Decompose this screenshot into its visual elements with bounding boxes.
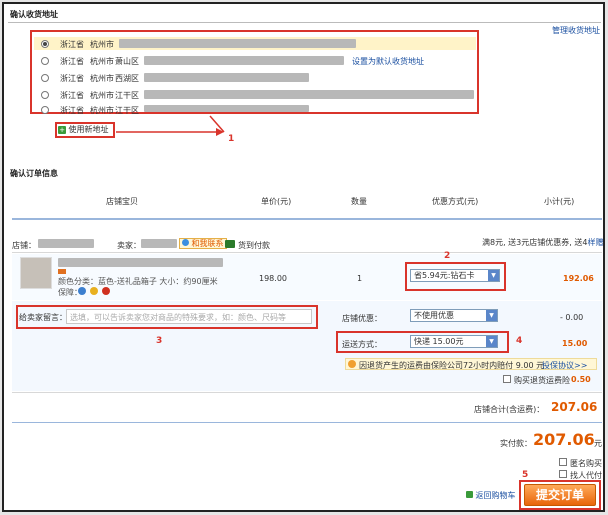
seller-name-redacted [141, 239, 177, 248]
address-province-3: 浙江省 [60, 74, 84, 83]
contact-seller-button[interactable]: 和我联系 [179, 238, 227, 249]
shipping-label: 运送方式： [342, 340, 382, 349]
actual-payment-unit: 元 [594, 439, 602, 448]
checkout-page: 确认收货地址 管理收货地址 浙江省 杭州市 浙江省 杭州市 萧山区 设置为默认收… [2, 2, 605, 512]
back-to-cart-link[interactable]: 返回购物车 [466, 490, 516, 501]
anonymous-purchase-checkbox[interactable] [559, 458, 567, 466]
address-city-2: 杭州市 [90, 57, 114, 66]
chat-icon [182, 239, 189, 246]
address-redacted-5 [144, 105, 309, 112]
chevron-down-icon: ▼ [486, 336, 497, 347]
anonymous-purchase-label: 匿名购买 [570, 459, 602, 468]
address-province-1: 浙江省 [60, 40, 84, 49]
annotation-number-1: 1 [228, 134, 235, 144]
divider [12, 252, 602, 253]
column-header-item: 店铺宝贝 [106, 197, 138, 206]
shop-total-label: 店铺合计(含运费)： [474, 405, 545, 414]
address-city-4: 杭州市 [90, 91, 114, 100]
shop-label: 店铺： [12, 241, 36, 250]
shop-total-value: 207.06 [551, 400, 598, 414]
proxy-pay-checkbox[interactable] [559, 470, 567, 478]
divider [12, 422, 602, 423]
product-variant: 颜色分类：蓝色-送礼品箱子 大小：约90厘米 [58, 277, 218, 286]
product-title-redacted[interactable] [58, 258, 223, 267]
insurance-text: 因退货产生的运费由保险公司72小时内赔付 9.00 元 [359, 361, 545, 370]
annotation-arrow-1 [116, 115, 225, 136]
guarantee-icon [102, 287, 110, 295]
address-province-5: 浙江省 [60, 106, 84, 115]
actual-payment-label: 实付款： [500, 439, 532, 448]
shop-discount-value: - 0.00 [560, 313, 584, 322]
divider [12, 392, 602, 393]
address-city-5: 杭州市 [90, 106, 114, 115]
column-header-subtotal: 小计(元) [544, 197, 575, 206]
shop-promo-text: 满8元, 送3元店铺优惠券, 送4样赠品 [482, 237, 603, 248]
annotation-number-5: 5 [522, 470, 529, 480]
address-district-3: 西湖区 [115, 74, 139, 83]
address-redacted-4 [144, 90, 474, 99]
message-label: 给卖家留言： [19, 313, 67, 322]
chevron-down-icon: ▼ [486, 310, 497, 321]
product-thumbnail[interactable] [20, 257, 52, 289]
shop-name-redacted [38, 239, 94, 248]
item-quantity: 1 [357, 274, 363, 283]
add-address-button[interactable]: + 使用新地址 [58, 124, 112, 135]
insurance-agreement-link[interactable]: 投保协议>> [542, 360, 587, 371]
address-redacted-1 [119, 39, 356, 48]
manage-address-link[interactable]: 管理收货地址 [552, 25, 600, 36]
annotation-number-2: 2 [444, 251, 451, 261]
plus-icon: + [58, 126, 66, 134]
annotation-number-3: 3 [156, 336, 163, 346]
address-city-1: 杭州市 [90, 40, 114, 49]
address-district-2: 萧山区 [115, 57, 139, 66]
address-radio-3[interactable] [41, 74, 49, 82]
chevron-down-icon: ▼ [488, 270, 499, 281]
return-insurance-price: 0.50 [571, 375, 591, 384]
divider [8, 22, 601, 23]
annotation-number-4: 4 [516, 336, 523, 346]
shop-discount-label: 店铺优惠： [342, 314, 382, 323]
column-header-price: 单价(元) [261, 197, 292, 206]
address-radio-5[interactable] [41, 106, 49, 114]
item-subtotal: 192.06 [563, 274, 594, 283]
order-section-title: 确认订单信息 [10, 169, 58, 178]
seller-label: 卖家： [117, 241, 141, 250]
guarantee-icon [78, 287, 86, 295]
back-arrow-icon [466, 491, 473, 498]
shipping-method-select[interactable]: 快递 15.00元 ▼ [410, 335, 498, 348]
set-default-address-link[interactable]: 设置为默认收货地址 [352, 56, 424, 67]
address-radio-1[interactable] [41, 40, 49, 48]
product-badge-icon [58, 269, 66, 274]
address-radio-2[interactable] [41, 57, 49, 65]
return-insurance-label: 购买退货运费险 [514, 376, 570, 385]
address-district-4: 江干区 [115, 91, 139, 100]
shop-discount-select[interactable]: 不使用优惠 ▼ [410, 309, 498, 322]
table-header-divider [12, 218, 602, 220]
address-radio-4[interactable] [41, 91, 49, 99]
pay-on-delivery-label: 货到付款 [238, 241, 270, 250]
item-price: 198.00 [259, 274, 287, 283]
address-province-4: 浙江省 [60, 91, 84, 100]
actual-payment-value: 207.06 [533, 430, 595, 449]
alert-icon [348, 360, 356, 368]
address-section-title: 确认收货地址 [10, 10, 58, 19]
submit-order-button[interactable]: 提交订单 [524, 484, 596, 506]
item-discount-select[interactable]: 省5.94元:钻石卡 ▼ [410, 269, 500, 282]
column-header-qty: 数量 [351, 197, 367, 206]
promo-gift-link[interactable]: 样赠品 [587, 238, 603, 247]
address-redacted-2 [144, 56, 344, 65]
address-redacted-3 [144, 73, 309, 82]
address-city-3: 杭州市 [90, 74, 114, 83]
return-insurance-checkbox[interactable] [503, 375, 511, 383]
add-address-label: 使用新地址 [68, 125, 109, 134]
message-to-seller-input[interactable]: 选填，可以告诉卖家您对商品的特殊要求，如：颜色、尺码等 [66, 309, 312, 324]
shipping-value: 15.00 [562, 339, 588, 348]
address-province-2: 浙江省 [60, 57, 84, 66]
cod-icon [225, 240, 235, 248]
column-header-discount: 优惠方式(元) [432, 197, 479, 206]
guarantee-icon [90, 287, 98, 295]
